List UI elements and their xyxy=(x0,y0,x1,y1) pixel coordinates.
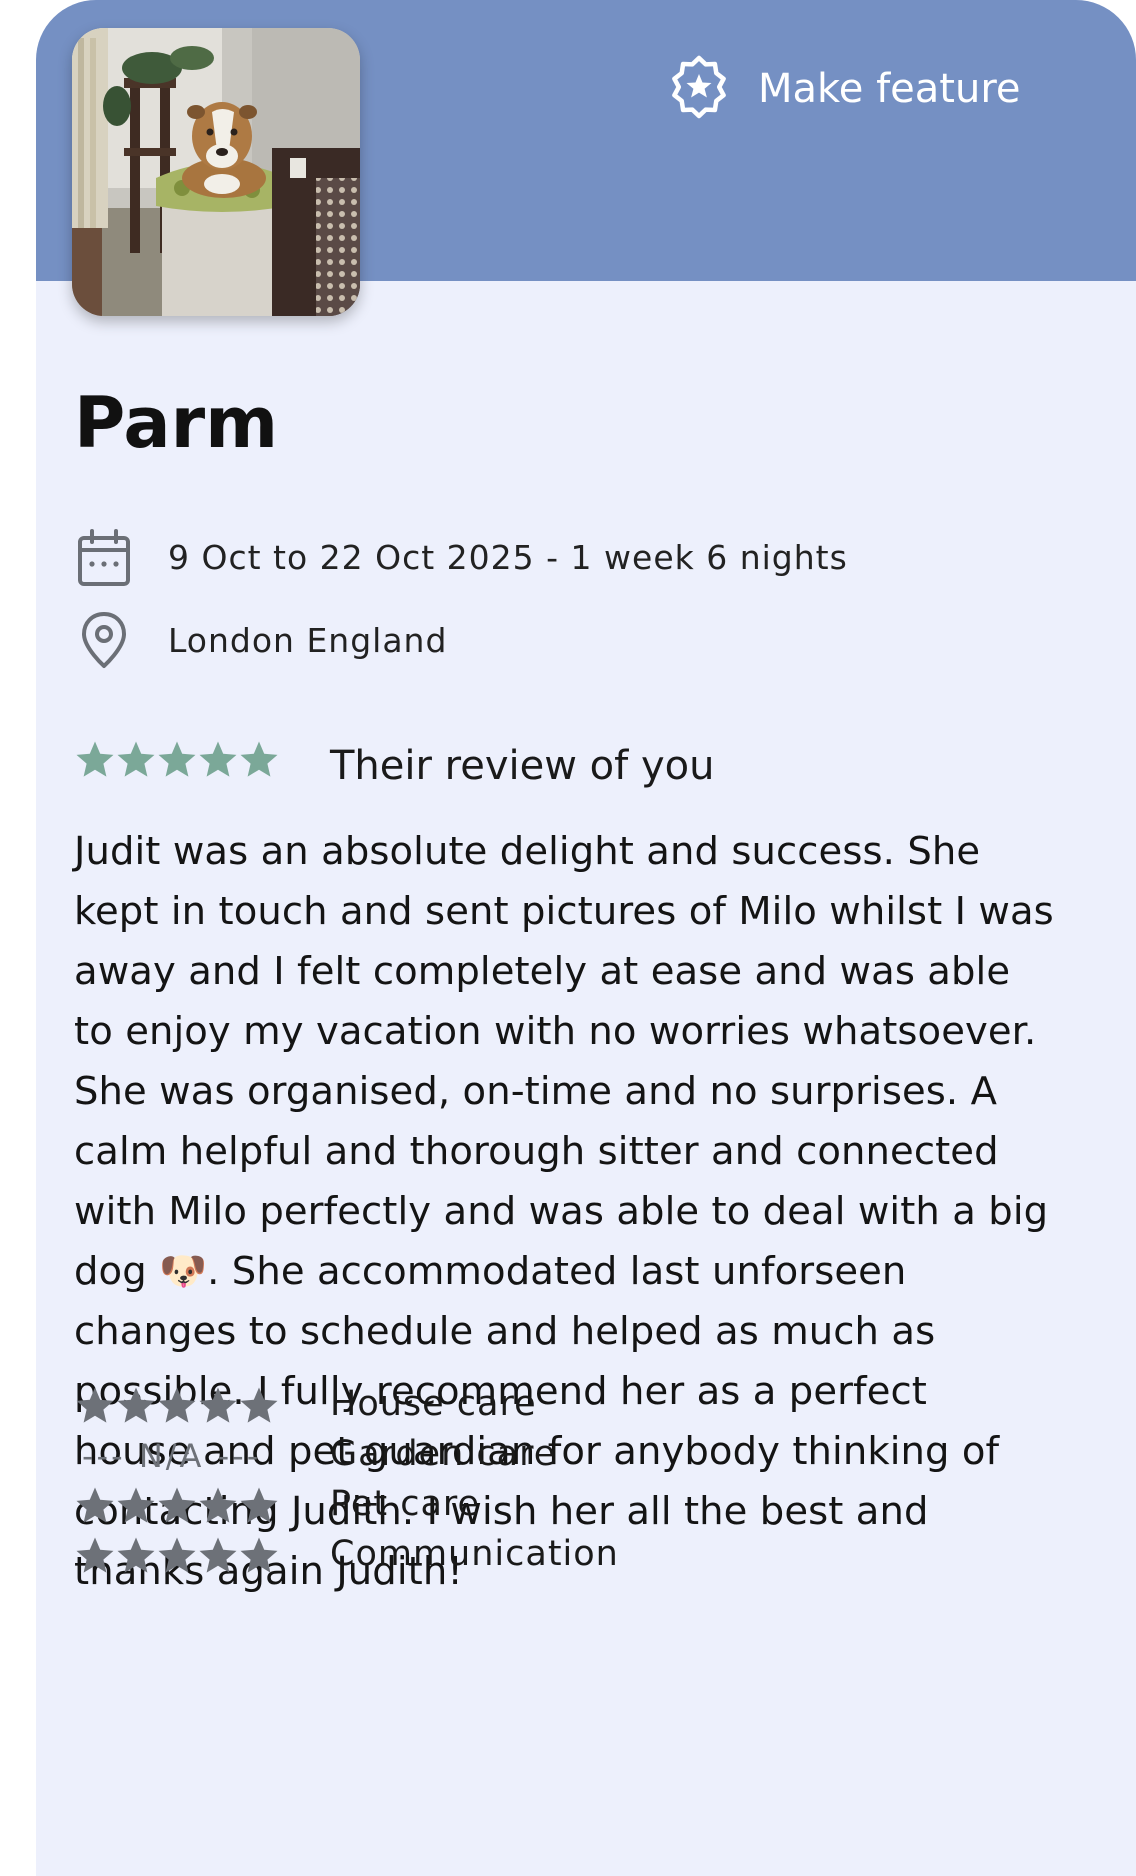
star-icon xyxy=(76,1537,114,1573)
dates-row xyxy=(76,528,132,588)
star-icon xyxy=(158,1387,196,1423)
overall-stars xyxy=(74,740,279,780)
review-line: dog 🐶. She accommodated last unforseen xyxy=(74,1249,907,1294)
overall-rating xyxy=(74,740,279,780)
make-feature-button[interactable]: Make feature xyxy=(666,52,1021,126)
rating-label: House care xyxy=(330,1384,537,1424)
star-icon xyxy=(158,1537,196,1573)
host-name[interactable]: Parm xyxy=(74,383,278,463)
star-icon xyxy=(117,1487,155,1523)
star-icon xyxy=(76,741,114,777)
star-icon xyxy=(240,1387,278,1423)
review-line: with Milo perfectly and was able to deal… xyxy=(74,1189,1049,1234)
rating-label: Garden care xyxy=(330,1434,557,1474)
star-icon xyxy=(199,1487,237,1523)
star-icon xyxy=(76,1387,114,1423)
location-pin-icon xyxy=(76,610,132,670)
make-feature-label: Make feature xyxy=(758,66,1021,112)
star-icon xyxy=(76,1487,114,1523)
review-line: calm helpful and thorough sitter and con… xyxy=(74,1129,999,1174)
star-icon xyxy=(240,1537,278,1573)
stay-dates: 9 Oct to 22 Oct 2025 - 1 week 6 nights xyxy=(168,538,848,577)
star-icon xyxy=(240,1487,278,1523)
location: London England xyxy=(168,621,448,660)
star-icon xyxy=(117,741,155,777)
star-icon xyxy=(158,1487,196,1523)
rating-label: Pet care xyxy=(330,1484,481,1524)
review-line: changes to schedule and helped as much a… xyxy=(74,1309,936,1354)
star-icon xyxy=(158,741,196,777)
review-line: Judit was an absolute delight and succes… xyxy=(74,829,981,874)
star-icon xyxy=(117,1537,155,1573)
review-line: away and I felt completely at ease and w… xyxy=(74,949,1011,994)
rating-stars xyxy=(74,1386,279,1426)
rating-label: Communication xyxy=(330,1534,619,1574)
rating-row xyxy=(74,1382,279,1430)
review-title: Their review of you xyxy=(330,743,715,789)
review-line: She was organised, on-time and no surpri… xyxy=(74,1069,998,1114)
star-icon xyxy=(199,1387,237,1423)
star-icon xyxy=(240,741,278,777)
location-row xyxy=(76,610,132,670)
star-icon xyxy=(199,1537,237,1573)
not-applicable-text: --- N/A --- xyxy=(82,1437,262,1475)
review-line: to enjoy my vacation with no worries wha… xyxy=(74,1009,1037,1054)
rating-row xyxy=(74,1482,279,1530)
rating-row: --- N/A --- xyxy=(74,1432,292,1480)
review-line: kept in touch and sent pictures of Milo … xyxy=(74,889,1054,934)
rating-stars xyxy=(74,1536,279,1576)
star-icon xyxy=(117,1387,155,1423)
star-badge-icon xyxy=(666,54,732,124)
star-icon xyxy=(199,741,237,777)
pet-photo[interactable] xyxy=(72,28,360,316)
calendar-icon xyxy=(76,528,132,588)
rating-stars xyxy=(74,1486,279,1526)
review-card: Make feature Parm 9 Oct to 22 Oct 2025 -… xyxy=(36,0,1136,1876)
rating-row xyxy=(74,1532,279,1580)
